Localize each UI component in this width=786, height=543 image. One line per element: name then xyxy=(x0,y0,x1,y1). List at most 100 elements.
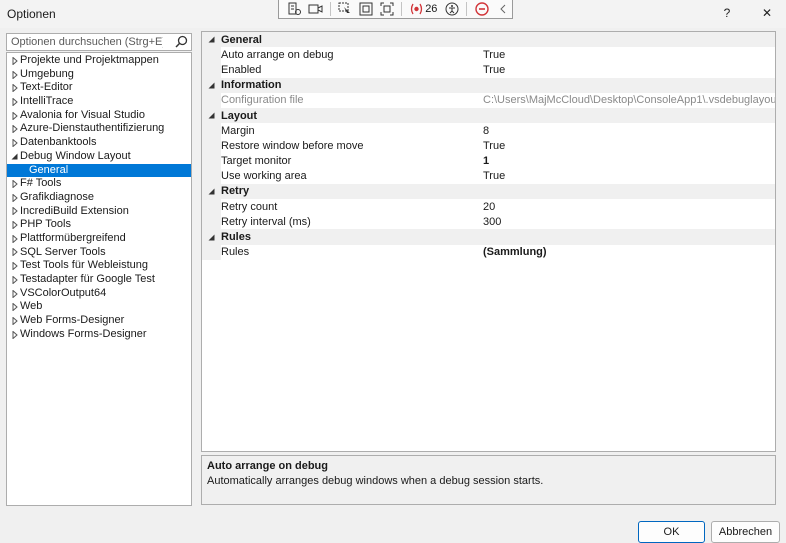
chevron-right-icon[interactable] xyxy=(9,84,20,93)
tree-item[interactable]: IntelliTrace xyxy=(7,95,191,109)
category-label: Rules xyxy=(221,231,251,244)
track-focus-icon[interactable] xyxy=(377,1,396,18)
tree-item[interactable]: Windows Forms-Designer xyxy=(7,328,191,342)
tree-item-label: Web xyxy=(20,300,43,313)
property-row[interactable]: Use working area True xyxy=(202,168,775,184)
tree-item-debug-window-layout[interactable]: Debug Window Layout xyxy=(7,150,191,164)
property-row[interactable]: Enabled True xyxy=(202,62,775,78)
chevron-right-icon[interactable] xyxy=(9,248,20,257)
chevron-right-icon[interactable] xyxy=(9,275,20,284)
select-element-icon[interactable] xyxy=(336,1,355,18)
property-value[interactable]: C:\Users\MajMcCloud\Desktop\ConsoleApp1\… xyxy=(483,94,775,106)
tree-item[interactable]: Text-Editor xyxy=(7,81,191,95)
tree-item[interactable]: Projekte und Projektmappen xyxy=(7,54,191,68)
binding-failure-icon xyxy=(411,3,423,15)
property-row[interactable]: Restore window before move True xyxy=(202,138,775,154)
property-row[interactable]: Retry interval (ms) 300 xyxy=(202,214,775,230)
accessibility-icon[interactable] xyxy=(442,1,461,18)
property-value[interactable]: 8 xyxy=(483,125,489,137)
debug-toolbar: 26 xyxy=(278,0,513,19)
property-row[interactable]: Retry count 20 xyxy=(202,199,775,215)
binding-failures-counter[interactable]: 26 xyxy=(407,3,440,15)
chevron-right-icon[interactable] xyxy=(9,262,20,271)
category-rules[interactable]: Rules xyxy=(202,229,775,245)
property-value[interactable]: (Sammlung) xyxy=(483,246,547,258)
toolbar-separator xyxy=(466,2,468,16)
category-label: Layout xyxy=(221,109,258,122)
property-row[interactable]: Auto arrange on debug True xyxy=(202,47,775,63)
display-adorner-icon[interactable] xyxy=(357,1,376,18)
tree-item[interactable]: Azure-Dienstauthentifizierung xyxy=(7,122,191,136)
search-icon[interactable] xyxy=(175,35,188,51)
options-search-input[interactable] xyxy=(7,34,167,50)
property-row[interactable]: Configuration file C:\Users\MajMcCloud\De… xyxy=(202,92,775,108)
chevron-right-icon[interactable] xyxy=(9,234,20,243)
help-button[interactable]: ? xyxy=(716,4,738,22)
property-value[interactable]: True xyxy=(483,140,505,152)
collapse-category-icon[interactable] xyxy=(202,188,221,195)
tree-item-label: Web Forms-Designer xyxy=(20,314,125,327)
chevron-right-icon[interactable] xyxy=(9,330,20,339)
close-button[interactable]: ✕ xyxy=(756,4,778,22)
chevron-right-icon[interactable] xyxy=(9,70,20,79)
collapse-category-icon[interactable] xyxy=(202,82,221,89)
tree-item-label: Datenbanktools xyxy=(20,136,97,149)
tree-item-label: Grafikdiagnose xyxy=(20,190,94,203)
binding-failures-count: 26 xyxy=(425,3,438,15)
tree-item[interactable]: Web xyxy=(7,300,191,314)
tree-item[interactable]: SQL Server Tools xyxy=(7,246,191,260)
tree-item[interactable]: PHP Tools xyxy=(7,218,191,232)
tree-item[interactable]: F# Tools xyxy=(7,177,191,191)
chevron-right-icon[interactable] xyxy=(9,111,20,120)
collapse-category-icon[interactable] xyxy=(202,234,221,241)
chevron-right-icon[interactable] xyxy=(9,138,20,147)
property-name: Retry interval (ms) xyxy=(221,215,311,228)
tree-item[interactable]: Testadapter für Google Test xyxy=(7,273,191,287)
tree-item-label: IntelliTrace xyxy=(20,95,74,108)
tree-item[interactable]: VSColorOutput64 xyxy=(7,287,191,301)
tree-item[interactable]: Grafikdiagnose xyxy=(7,191,191,205)
chevron-right-icon[interactable] xyxy=(9,193,20,202)
property-value[interactable]: True xyxy=(483,49,505,61)
chevron-right-icon[interactable] xyxy=(9,56,20,65)
property-row[interactable]: Target monitor 1 xyxy=(202,153,775,169)
stop-icon[interactable] xyxy=(472,1,491,18)
tree-item[interactable]: Test Tools für Webleistung xyxy=(7,259,191,273)
property-row[interactable]: Margin 8 xyxy=(202,123,775,139)
property-row[interactable]: Rules (Sammlung) xyxy=(202,244,775,260)
collapse-category-icon[interactable] xyxy=(202,112,221,119)
tree-item-general[interactable]: General xyxy=(7,163,191,178)
chevron-right-icon[interactable] xyxy=(9,207,20,216)
chevron-right-icon[interactable] xyxy=(9,221,20,230)
tree-item[interactable]: Datenbanktools xyxy=(7,136,191,150)
chevron-right-icon[interactable] xyxy=(9,97,20,106)
tree-item-label: Testadapter für Google Test xyxy=(20,273,155,285)
video-camera-icon[interactable] xyxy=(306,1,325,18)
property-value[interactable]: 300 xyxy=(483,216,501,228)
tree-item-label: SQL Server Tools xyxy=(20,245,106,258)
chevron-right-icon[interactable] xyxy=(9,125,20,134)
property-value[interactable]: 20 xyxy=(483,201,495,213)
chevron-right-icon[interactable] xyxy=(9,303,20,312)
category-information[interactable]: Information xyxy=(202,77,775,93)
tree-item[interactable]: Avalonia for Visual Studio xyxy=(7,109,191,123)
collapse-category-icon[interactable] xyxy=(202,36,221,43)
tree-item[interactable]: Umgebung xyxy=(7,68,191,82)
chevron-right-icon[interactable] xyxy=(9,289,20,298)
category-general[interactable]: General xyxy=(202,32,775,48)
chevron-down-icon[interactable] xyxy=(9,153,20,160)
tree-item[interactable]: Plattformübergreifend xyxy=(7,232,191,246)
property-value[interactable]: True xyxy=(483,64,505,76)
tree-item[interactable]: IncrediBuild Extension xyxy=(7,205,191,219)
property-value[interactable]: True xyxy=(483,170,505,182)
category-layout[interactable]: Layout xyxy=(202,107,775,124)
collapse-toolbar-icon[interactable] xyxy=(493,1,512,18)
property-value[interactable]: 1 xyxy=(483,155,489,167)
category-retry[interactable]: Retry xyxy=(202,183,775,200)
visual-tree-icon[interactable] xyxy=(285,1,304,18)
chevron-right-icon[interactable] xyxy=(9,180,20,189)
tree-item[interactable]: Web Forms-Designer xyxy=(7,314,191,328)
toolbar-separator xyxy=(401,2,403,16)
chevron-right-icon[interactable] xyxy=(9,316,20,325)
description-title: Auto arrange on debug xyxy=(207,460,328,472)
